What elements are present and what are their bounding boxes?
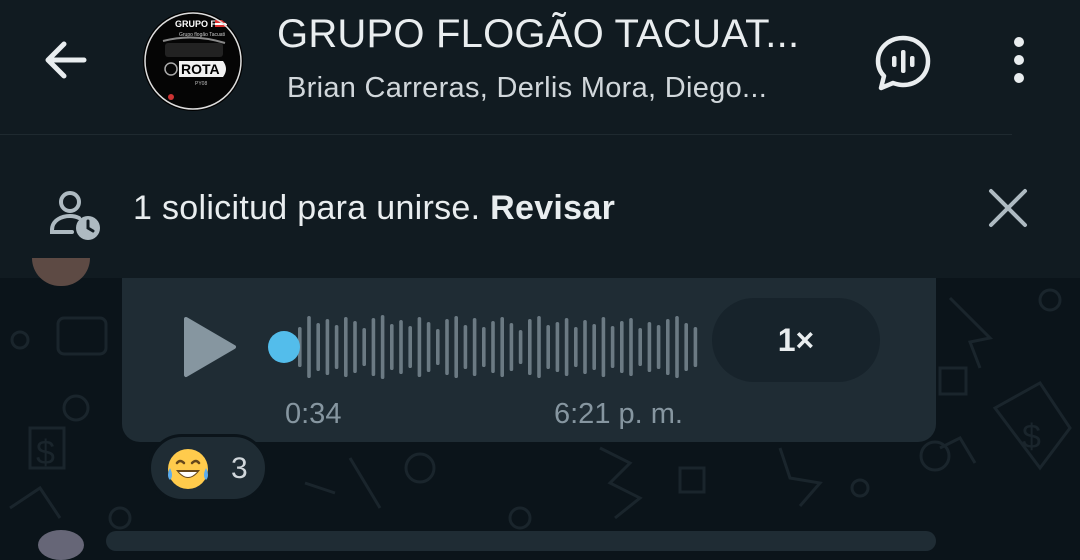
waveform-bar bbox=[334, 325, 339, 369]
next-sender-avatar[interactable] bbox=[38, 530, 84, 560]
waveform-bar bbox=[675, 316, 679, 378]
join-request-text: 1 solicitud para unirse. Revisar bbox=[133, 189, 615, 228]
voice-duration: 0:34 bbox=[285, 398, 342, 430]
audio-waveform[interactable] bbox=[262, 312, 698, 382]
waveform-bar bbox=[426, 322, 431, 372]
waveform-bar bbox=[417, 317, 422, 377]
waveform-bar bbox=[647, 322, 652, 372]
chat-header: GRUPO F.T Grupo flogão Tacuati ROTA PY08… bbox=[0, 0, 1080, 135]
close-icon bbox=[989, 189, 1027, 227]
pending-user-icon bbox=[50, 191, 100, 240]
review-link[interactable]: Revisar bbox=[490, 189, 615, 227]
waveform-bar bbox=[482, 327, 486, 367]
more-options-button[interactable] bbox=[1000, 34, 1038, 86]
waveform-bar bbox=[509, 323, 514, 371]
close-banner-button[interactable] bbox=[985, 185, 1031, 231]
waveform-bar bbox=[307, 316, 311, 378]
svg-text:PY08: PY08 bbox=[195, 81, 207, 87]
waveform-bar bbox=[380, 315, 385, 379]
waveform-bar bbox=[399, 320, 403, 374]
waveform-bar bbox=[555, 322, 560, 372]
waveform-bar bbox=[610, 326, 615, 368]
waveform-bar bbox=[592, 324, 596, 370]
waveform-bar bbox=[445, 319, 449, 375]
waveform-bar bbox=[325, 319, 330, 375]
voice-chat-button[interactable] bbox=[872, 32, 934, 94]
waveform-bar bbox=[537, 316, 541, 378]
waveform-bar bbox=[454, 316, 458, 378]
waveform-bar bbox=[620, 321, 624, 373]
next-message-bubble[interactable] bbox=[106, 531, 936, 551]
waveform-bar bbox=[564, 318, 569, 376]
waveform-bar bbox=[353, 321, 357, 373]
waveform-bar bbox=[463, 325, 468, 369]
waveform-bar bbox=[408, 326, 412, 368]
play-icon bbox=[184, 317, 236, 377]
waveform-bar bbox=[638, 328, 642, 366]
join-request-message: 1 solicitud para unirse. bbox=[133, 189, 481, 227]
arrow-left-icon bbox=[45, 41, 87, 79]
progress-handle[interactable] bbox=[268, 331, 300, 363]
reaction-badge[interactable]: 3 bbox=[148, 434, 268, 502]
waveform-bar bbox=[574, 327, 578, 367]
reaction-count: 3 bbox=[231, 452, 248, 485]
back-button[interactable] bbox=[38, 32, 94, 88]
waveform-bar bbox=[436, 329, 440, 365]
waveform-bar bbox=[316, 323, 320, 371]
group-logo: GRUPO F.T Grupo flogão Tacuati ROTA PY08 bbox=[144, 12, 242, 110]
waveform-bar bbox=[583, 320, 587, 374]
waveform-bar bbox=[491, 321, 495, 373]
waveform-bar bbox=[362, 328, 366, 366]
waveform-bar bbox=[344, 317, 348, 377]
waveform-bar bbox=[500, 317, 504, 377]
waveform-bar bbox=[528, 319, 532, 375]
waveform-bar bbox=[684, 323, 688, 371]
waveform-bar bbox=[656, 325, 661, 369]
waveform-bar bbox=[472, 318, 477, 376]
waveform-bar bbox=[390, 324, 394, 370]
play-button[interactable] bbox=[178, 313, 240, 381]
chat-title[interactable]: GRUPO FLOGÃO TACUAT... bbox=[277, 12, 799, 57]
join-request-banner[interactable]: 1 solicitud para unirse. Revisar bbox=[0, 135, 1080, 278]
participants-list[interactable]: Brian Carreras, Derlis Mora, Diego... bbox=[287, 72, 767, 105]
waveform-bar bbox=[629, 318, 633, 376]
svg-text:$: $ bbox=[36, 434, 55, 472]
waveform-bar bbox=[693, 327, 698, 367]
waveform-bar bbox=[518, 330, 523, 364]
more-vertical-icon bbox=[1014, 37, 1024, 83]
waveform-bar bbox=[546, 325, 550, 369]
group-avatar[interactable]: GRUPO F.T Grupo flogão Tacuati ROTA PY08 bbox=[143, 11, 243, 111]
svg-text:ROTA: ROTA bbox=[181, 61, 220, 77]
laughing-tears-icon bbox=[168, 449, 208, 489]
svg-text:$: $ bbox=[1022, 418, 1041, 456]
message-timestamp: 6:21 p. m. bbox=[554, 398, 683, 430]
waveform-bar bbox=[601, 317, 606, 377]
voice-chat-icon bbox=[875, 35, 931, 91]
waveform-bar bbox=[666, 319, 670, 375]
playback-speed-button[interactable]: 1× bbox=[712, 298, 880, 382]
waveform-bar bbox=[371, 318, 376, 376]
